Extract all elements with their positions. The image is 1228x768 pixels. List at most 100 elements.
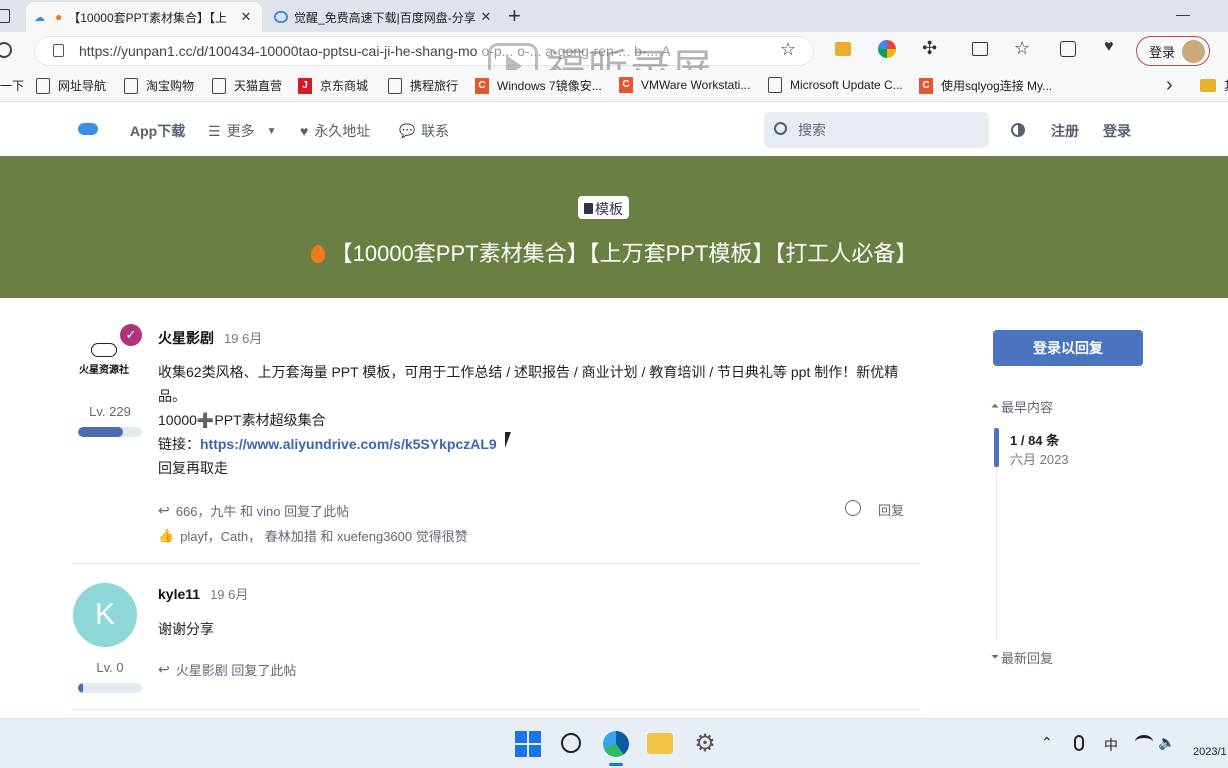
tab-title: 觉醒_免费高速下载|百度网盘-分享 — [294, 10, 476, 25]
profile-login-button[interactable]: 登录 — [1136, 36, 1210, 66]
login-link[interactable]: 登录 — [1103, 121, 1131, 141]
bookmarks-more-icon[interactable]: › — [1166, 74, 1173, 97]
bookmark-label: 淘宝购物 — [146, 79, 195, 93]
avatar[interactable]: K — [73, 583, 137, 647]
add-reaction-icon[interactable] — [845, 500, 861, 516]
settings-gear-icon[interactable]: ⚙ — [692, 731, 718, 757]
bookmark-label: 携程旅行 — [410, 79, 459, 93]
cloud-outline-icon — [91, 343, 117, 357]
active-app-indicator — [609, 763, 623, 766]
latest-reply-link[interactable]: ⏷ 最新回复 — [991, 648, 1053, 667]
avatar — [1182, 40, 1205, 63]
tab-baidu[interactable]: 觉醒_免费高速下载|百度网盘-分享 ✕ — [266, 2, 502, 32]
favorite-star-icon[interactable]: ☆ — [780, 39, 796, 60]
post-date[interactable]: 19 6月 — [224, 328, 262, 347]
search-icon — [774, 122, 787, 135]
bookmark-label: 使用sqlyog连接 My... — [941, 79, 1053, 93]
bookmark-item[interactable]: C Windows 7镜像安... — [475, 77, 602, 94]
post-text: 回复再取走 — [158, 460, 228, 476]
wifi-icon[interactable] — [1135, 735, 1153, 749]
bookmark-item[interactable]: 淘宝购物 — [124, 77, 194, 94]
earliest-content-link[interactable]: ⏶ 最早内容 — [991, 397, 1053, 416]
windows-start-icon[interactable] — [515, 731, 541, 757]
bookmark-label: 网址导航 — [58, 79, 107, 93]
search-icon[interactable] — [561, 733, 581, 753]
collections-icon[interactable] — [1060, 41, 1076, 57]
liked-by[interactable]: 👍 playf，Cath， 春林加措 和 xuefeng3600 觉得很赞 — [158, 526, 468, 545]
bookmark-item[interactable]: 天猫直营 — [212, 77, 282, 94]
tab-actions-icon[interactable] — [0, 9, 10, 23]
bookmark-item[interactable]: J 京东商城 — [298, 77, 368, 94]
post-text: 品。 — [158, 388, 186, 404]
bookmark-item[interactable]: 一下 — [0, 77, 24, 94]
site-logo-cloud-icon[interactable] — [78, 123, 98, 135]
heart-icon: ♥ — [300, 123, 309, 139]
search-input[interactable]: 搜索 — [764, 112, 989, 148]
tag-badge[interactable]: 模板 — [578, 196, 629, 219]
post-text: 10000➕PPT素材超级集合 — [158, 412, 326, 428]
performance-icon[interactable]: ♥ — [1104, 38, 1114, 56]
bookmark-item[interactable]: 携程旅行 — [388, 77, 458, 94]
bookmark-item[interactable]: 网址导航 — [36, 77, 106, 94]
nav-permanent-address[interactable]: ♥ 永久地址 — [300, 121, 370, 141]
register-link[interactable]: 注册 — [1051, 121, 1079, 141]
post-date[interactable]: 19 6月 — [210, 584, 248, 603]
clock-date[interactable]: 2023/1 — [1193, 746, 1227, 758]
level-progress-fill — [78, 683, 84, 693]
theme-toggle-icon[interactable] — [1011, 123, 1025, 137]
user-level: Lv. 229 — [89, 404, 131, 419]
bookmark-item[interactable]: C VMWare Workstati... — [619, 77, 750, 93]
share-link[interactable]: https://www.aliyundrive.com/s/k5SYkpczAL… — [200, 436, 497, 452]
volume-icon[interactable]: 🔈 — [1158, 734, 1175, 751]
replied-by[interactable]: ↩ 666，九牛 和 vino 回复了此帖 — [158, 501, 349, 520]
avatar[interactable]: 火星资源社 — [76, 338, 132, 378]
csdn-icon: C — [475, 77, 489, 94]
bookmark-folder[interactable]: 其 — [1200, 77, 1228, 94]
nav-label: 联系 — [421, 123, 450, 139]
edge-browser-icon[interactable] — [603, 731, 629, 757]
favorites-icon[interactable]: ☆ — [1014, 38, 1030, 59]
extension-folder-icon[interactable] — [835, 42, 851, 56]
post-header: kyle11 19 6月 — [158, 584, 248, 603]
tab-ppt[interactable]: ☁ ● 【10000套PPT素材集合】【上 ✕ — [26, 2, 262, 32]
double-chevron-up-icon: ⏶ — [991, 401, 999, 412]
bookmark-label: 京东商城 — [320, 79, 369, 93]
reply-button[interactable]: 回复 — [878, 500, 904, 519]
browser-tab-strip: ☁ ● 【10000套PPT素材集合】【上 ✕ 觉醒_免费高速下载|百度网盘-分… — [0, 0, 1228, 32]
microphone-icon[interactable] — [1074, 735, 1084, 751]
nav-more[interactable]: ☰ 更多 ▼ — [208, 121, 276, 141]
puzzle-icon[interactable]: ✣ — [922, 38, 937, 59]
replied-by[interactable]: ↩ 火星影剧 回复了此帖 — [158, 660, 296, 679]
bookmark-item[interactable]: C 使用sqlyog连接 My... — [919, 77, 1052, 94]
tag-label: 模板 — [595, 200, 623, 217]
scrubber-position: 1 / 84 条 — [1010, 433, 1060, 448]
minimize-button[interactable]: — — [1176, 6, 1190, 22]
new-tab-button[interactable]: + — [508, 3, 521, 29]
file-explorer-icon[interactable] — [647, 733, 673, 754]
close-icon[interactable]: ✕ — [238, 9, 254, 25]
user-level: Lv. 0 — [96, 660, 124, 675]
login-to-reply-button[interactable]: 登录以回复 — [993, 330, 1143, 366]
split-screen-icon[interactable] — [972, 42, 988, 56]
tab-title: 【10000套PPT素材集合】【上 — [68, 10, 227, 25]
scrubber-handle[interactable] — [994, 428, 999, 467]
close-icon[interactable]: ✕ — [478, 9, 494, 25]
earliest-label: 最早内容 — [1001, 400, 1054, 415]
nav-label: 更多 — [226, 123, 255, 139]
reply-arrow-icon: ↩ — [158, 661, 170, 677]
show-hidden-icons-icon[interactable]: ⌃ — [1041, 734, 1053, 751]
search-placeholder: 搜索 — [798, 122, 826, 138]
username[interactable]: kyle11 — [158, 586, 200, 602]
post-body: 收集62类风格、上万套海量 PPT 模板，可用于工作总结 / 述职报告 / 商业… — [158, 360, 918, 480]
username[interactable]: 火星影剧 — [158, 328, 214, 348]
bookmark-item[interactable]: Microsoft Update C... — [768, 77, 903, 93]
ime-indicator[interactable]: 中 — [1104, 735, 1118, 755]
refresh-icon[interactable] — [0, 42, 12, 58]
list-icon: ☰ — [208, 122, 221, 139]
url-text: https://yunpan1.cc/d/100434-10000tao-ppt… — [79, 43, 478, 59]
replied-by-text: 火星影剧 回复了此帖 — [175, 663, 297, 678]
edge-extension-icon[interactable] — [878, 40, 896, 58]
nav-contact[interactable]: 💬 联系 — [399, 121, 449, 141]
nav-app-download[interactable]: App下载 — [130, 121, 185, 141]
page-icon — [768, 77, 782, 93]
